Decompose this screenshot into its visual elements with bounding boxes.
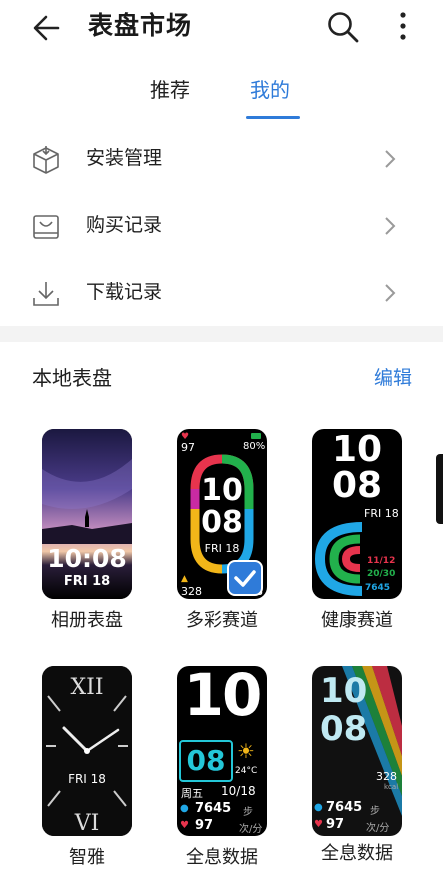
face-cal: 328 xyxy=(181,585,202,598)
face-time: 10:08 xyxy=(47,544,127,573)
shoe-icon: ● xyxy=(314,802,323,813)
heart-icon: ♥ xyxy=(180,820,189,831)
install-box-icon xyxy=(33,146,59,174)
watch-face-photo-album[interactable]: 10:08 FRI 18 xyxy=(42,429,132,599)
face-name: 健康赛道 xyxy=(321,610,393,631)
face-activity: 20/30 xyxy=(367,569,396,579)
face-name: 全息数据 xyxy=(186,847,258,868)
heart-icon: ♥ xyxy=(314,819,323,830)
step-unit: 步 xyxy=(243,807,253,818)
menu-label: 下载记录 xyxy=(86,281,163,303)
hr-unit: 次/分 xyxy=(239,824,263,835)
face-steps: 7645 xyxy=(326,800,363,815)
selected-check-icon xyxy=(227,560,263,596)
face-hour: 10 xyxy=(201,473,243,508)
face-minute: 08 xyxy=(320,709,368,749)
page-title: 表盘市场 xyxy=(88,11,193,40)
watch-face-holographic-data[interactable]: 10 08 ☀ 24°C 周五 10/18 ● 7645 步 ♥ 97 次/分 xyxy=(177,666,267,836)
face-hr: 97 xyxy=(195,818,214,833)
menu-item-download-records[interactable]: 下载记录 xyxy=(0,260,443,326)
face-date: 10/18 xyxy=(221,784,256,798)
face-date: FRI 18 xyxy=(204,542,240,555)
face-stand: 11/12 xyxy=(367,556,396,566)
face-minute: 08 xyxy=(201,505,243,540)
more-options-icon[interactable] xyxy=(388,6,418,46)
face-hr: 97 xyxy=(326,817,345,832)
top-panel: 表盘市场 推荐 我的 安装管理 购买记录 下载记录 xyxy=(0,0,443,326)
face-battery: 80% xyxy=(243,441,266,452)
back-arrow-icon[interactable] xyxy=(28,8,68,48)
face-weekday: 周五 xyxy=(181,787,203,800)
face-hour: 10 xyxy=(320,671,368,711)
flame-icon: ▲ xyxy=(181,574,188,584)
search-icon[interactable] xyxy=(322,6,362,46)
face-hour: 10 xyxy=(183,666,263,729)
battery-icon xyxy=(251,433,261,439)
menu-item-purchase-records[interactable]: 购买记录 xyxy=(0,193,443,259)
chevron-right-icon xyxy=(385,150,396,168)
download-icon xyxy=(33,282,59,306)
menu-item-install-management[interactable]: 安装管理 xyxy=(0,126,443,192)
chevron-right-icon xyxy=(385,217,396,235)
tab-bar: 推荐 我的 xyxy=(0,70,443,122)
edit-button[interactable]: 编辑 xyxy=(374,364,412,392)
app-bar: 表盘市场 xyxy=(0,0,443,56)
menu-label: 安装管理 xyxy=(86,147,163,169)
face-name: 相册表盘 xyxy=(51,610,123,631)
watch-face-holographic-data-alt[interactable]: 10 08 328 kcal ● 7645 步 ♥ 97 次/分 xyxy=(312,666,402,836)
tab-mine[interactable]: 我的 xyxy=(250,76,290,104)
face-name: 智雅 xyxy=(69,847,105,868)
face-date: FRI 18 xyxy=(68,772,106,786)
face-hour: 10 xyxy=(331,429,383,470)
cal-unit: kcal xyxy=(384,783,399,791)
purchase-bag-icon xyxy=(33,215,59,239)
face-cal: 328 xyxy=(376,770,397,783)
tab-recommend[interactable]: 推荐 xyxy=(150,76,190,104)
face-temp: 24°C xyxy=(235,766,258,776)
watch-face-health-track[interactable]: 10 08 FRI 18 11/12 20/30 7645 xyxy=(312,429,402,599)
face-minute: 08 xyxy=(179,740,233,782)
face-name: 多彩赛道 xyxy=(186,610,258,631)
shoe-icon: ● xyxy=(180,803,189,814)
floating-edge-handle[interactable] xyxy=(436,454,443,524)
hr-unit: 次/分 xyxy=(366,823,390,834)
svg-text:VI: VI xyxy=(74,811,100,836)
sun-icon: ☀ xyxy=(237,739,255,763)
face-steps: 7645 xyxy=(195,801,232,816)
step-unit: 步 xyxy=(370,806,380,817)
analog-dial-graphic: XII VI xyxy=(42,666,132,836)
face-hr: 97 xyxy=(181,441,195,454)
chevron-right-icon xyxy=(385,284,396,302)
watch-face-colorful-track[interactable]: ♥ 97 80% 10 08 FRI 18 ▲ 328 7568 xyxy=(177,429,267,599)
svg-text:XII: XII xyxy=(70,675,103,700)
watch-face-elegant[interactable]: XII VI FRI 18 xyxy=(42,666,132,836)
face-name: 全息数据 xyxy=(321,843,393,864)
menu-label: 购买记录 xyxy=(86,214,163,236)
face-date: FRI 18 xyxy=(63,574,111,589)
face-steps: 7645 xyxy=(365,583,391,593)
tab-indicator xyxy=(246,116,300,119)
local-faces-section: 本地表盘 编辑 10:08 FRI 18 相册表盘 ♥ 97 80% 10 08… xyxy=(0,342,443,873)
face-minute: 08 xyxy=(331,465,383,506)
section-title: 本地表盘 xyxy=(32,366,112,390)
